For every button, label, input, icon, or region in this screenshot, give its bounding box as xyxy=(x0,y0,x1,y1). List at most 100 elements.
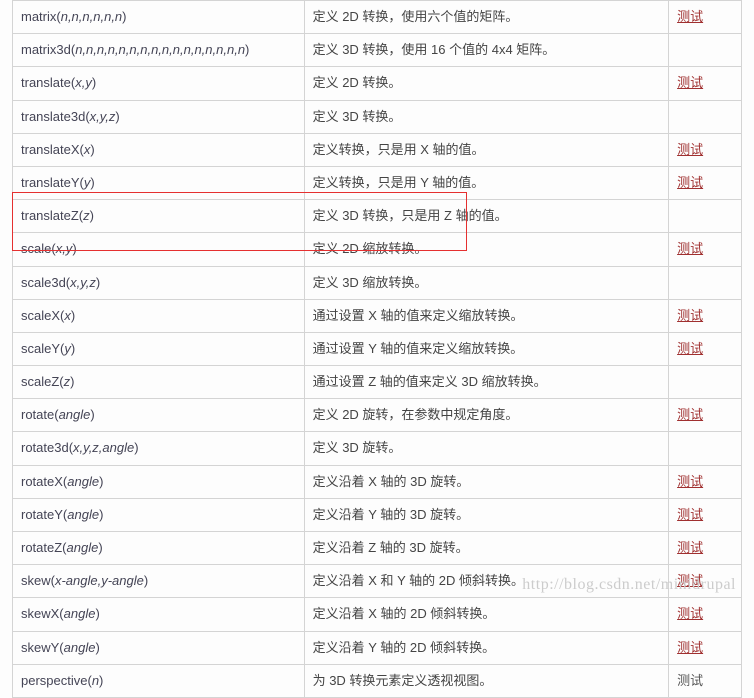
table-row: skewY(angle) 定义沿着 Y 轴的 2D 倾斜转换。测试 xyxy=(13,631,742,664)
function-cell: scale(x,y) xyxy=(13,233,305,266)
description-cell: 定义 3D 转换。 xyxy=(304,100,669,133)
table-row: translate(x,y) 定义 2D 转换。测试 xyxy=(13,67,742,100)
table-row: matrix3d(n,n,n,n,n,n,n,n,n,n,n,n,n,n,n,n… xyxy=(13,34,742,67)
function-name: translateY(y) xyxy=(21,175,95,190)
try-link[interactable]: 测试 xyxy=(677,540,703,555)
try-cell: 测试 xyxy=(669,664,742,697)
table-row: translate3d(x,y,z) 定义 3D 转换。 xyxy=(13,100,742,133)
table-row: perspective(n)为 3D 转换元素定义透视视图。测试 xyxy=(13,664,742,697)
table-row: rotateX(angle) 定义沿着 X 轴的 3D 旋转。测试 xyxy=(13,465,742,498)
function-name: scaleX(x) xyxy=(21,308,75,323)
try-cell: 测试 xyxy=(669,631,742,664)
description-cell: 定义 2D 旋转，在参数中规定角度。 xyxy=(304,399,669,432)
try-link[interactable]: 测试 xyxy=(677,241,703,256)
try-cell: 测试 xyxy=(669,1,742,34)
try-cell: 测试 xyxy=(669,233,742,266)
try-link[interactable]: 测试 xyxy=(677,507,703,522)
try-cell: 测试 xyxy=(669,166,742,199)
function-cell: translateY(y) xyxy=(13,166,305,199)
function-cell: scale3d(x,y,z) xyxy=(13,266,305,299)
try-text: 测试 xyxy=(677,673,703,688)
table-row: translateY(y) 定义转换，只是用 Y 轴的值。测试 xyxy=(13,166,742,199)
table-row: rotateY(angle)定义沿着 Y 轴的 3D 旋转。测试 xyxy=(13,498,742,531)
function-cell: translateZ(z) xyxy=(13,200,305,233)
function-cell: rotateY(angle) xyxy=(13,498,305,531)
try-link[interactable]: 测试 xyxy=(677,474,703,489)
function-name: skewY(angle) xyxy=(21,640,100,655)
description-cell: 定义 2D 缩放转换。 xyxy=(304,233,669,266)
description-cell: 通过设置 Y 轴的值来定义缩放转换。 xyxy=(304,332,669,365)
try-link[interactable]: 测试 xyxy=(677,175,703,190)
try-link[interactable]: 测试 xyxy=(677,9,703,24)
try-link[interactable]: 测试 xyxy=(677,341,703,356)
function-cell: scaleY(y) xyxy=(13,332,305,365)
table-row: matrix(n,n,n,n,n,n) 定义 2D 转换，使用六个值的矩阵。测试 xyxy=(13,1,742,34)
description-cell: 定义 2D 转换。 xyxy=(304,67,669,100)
function-cell: translate3d(x,y,z) xyxy=(13,100,305,133)
table-row: rotateZ(angle)定义沿着 Z 轴的 3D 旋转。测试 xyxy=(13,532,742,565)
function-cell: skewY(angle) xyxy=(13,631,305,664)
try-link[interactable]: 测试 xyxy=(677,142,703,157)
try-cell: 测试 xyxy=(669,67,742,100)
description-cell: 定义 3D 转换，使用 16 个值的 4x4 矩阵。 xyxy=(304,34,669,67)
description-cell: 定义沿着 Z 轴的 3D 旋转。 xyxy=(304,532,669,565)
function-name: matrix(n,n,n,n,n,n) xyxy=(21,9,127,24)
function-cell: skew(x-angle,y-angle) xyxy=(13,565,305,598)
function-name: scaleZ(z) xyxy=(21,374,74,389)
description-cell: 定义 3D 转换，只是用 Z 轴的值。 xyxy=(304,200,669,233)
table-row: skew(x-angle,y-angle)定义沿着 X 和 Y 轴的 2D 倾斜… xyxy=(13,565,742,598)
description-cell: 定义沿着 X 轴的 2D 倾斜转换。 xyxy=(304,598,669,631)
description-cell: 定义转换，只是用 X 轴的值。 xyxy=(304,133,669,166)
description-cell: 定义转换，只是用 Y 轴的值。 xyxy=(304,166,669,199)
try-cell: 测试 xyxy=(669,332,742,365)
try-cell: 测试 xyxy=(669,498,742,531)
try-cell xyxy=(669,366,742,399)
try-cell: 测试 xyxy=(669,532,742,565)
description-cell: 通过设置 Z 轴的值来定义 3D 缩放转换。 xyxy=(304,366,669,399)
try-link[interactable]: 测试 xyxy=(677,308,703,323)
try-cell xyxy=(669,34,742,67)
table-row: scale3d(x,y,z) 定义 3D 缩放转换。 xyxy=(13,266,742,299)
table-row: rotate3d(x,y,z,angle) 定义 3D 旋转。 xyxy=(13,432,742,465)
try-cell: 测试 xyxy=(669,598,742,631)
description-cell: 定义沿着 X 轴的 3D 旋转。 xyxy=(304,465,669,498)
table-row: translateX(x) 定义转换，只是用 X 轴的值。测试 xyxy=(13,133,742,166)
table-row: scale(x,y)定义 2D 缩放转换。测试 xyxy=(13,233,742,266)
function-name: rotateX(angle) xyxy=(21,474,103,489)
description-cell: 通过设置 X 轴的值来定义缩放转换。 xyxy=(304,299,669,332)
function-cell: matrix(n,n,n,n,n,n) xyxy=(13,1,305,34)
function-name: skewX(angle) xyxy=(21,606,100,621)
try-link[interactable]: 测试 xyxy=(677,75,703,90)
description-cell: 定义沿着 Y 轴的 2D 倾斜转换。 xyxy=(304,631,669,664)
try-cell xyxy=(669,432,742,465)
function-name: rotate3d(x,y,z,angle) xyxy=(21,440,139,455)
function-name: scaleY(y) xyxy=(21,341,75,356)
function-cell: rotateX(angle) xyxy=(13,465,305,498)
try-link[interactable]: 测试 xyxy=(677,640,703,655)
try-cell: 测试 xyxy=(669,565,742,598)
function-cell: scaleX(x) xyxy=(13,299,305,332)
table-row: scaleY(y) 通过设置 Y 轴的值来定义缩放转换。测试 xyxy=(13,332,742,365)
function-name: translate3d(x,y,z) xyxy=(21,109,120,124)
try-cell xyxy=(669,266,742,299)
description-cell: 定义 3D 缩放转换。 xyxy=(304,266,669,299)
description-cell: 定义 3D 旋转。 xyxy=(304,432,669,465)
description-cell: 定义 2D 转换，使用六个值的矩阵。 xyxy=(304,1,669,34)
function-cell: translateX(x) xyxy=(13,133,305,166)
function-cell: translate(x,y) xyxy=(13,67,305,100)
function-name: scale3d(x,y,z) xyxy=(21,275,100,290)
try-cell: 测试 xyxy=(669,299,742,332)
function-cell: rotate3d(x,y,z,angle) xyxy=(13,432,305,465)
try-cell xyxy=(669,200,742,233)
try-link[interactable]: 测试 xyxy=(677,407,703,422)
function-name: perspective(n) xyxy=(21,673,103,688)
table-row: scaleX(x) 通过设置 X 轴的值来定义缩放转换。测试 xyxy=(13,299,742,332)
table-row: translateZ(z) 定义 3D 转换，只是用 Z 轴的值。 xyxy=(13,200,742,233)
function-cell: rotateZ(angle) xyxy=(13,532,305,565)
try-link[interactable]: 测试 xyxy=(677,573,703,588)
function-name: translateZ(z) xyxy=(21,208,94,223)
table-row: scaleZ(z) 通过设置 Z 轴的值来定义 3D 缩放转换。 xyxy=(13,366,742,399)
function-name: translateX(x) xyxy=(21,142,95,157)
function-name: translate(x,y) xyxy=(21,75,96,90)
try-link[interactable]: 测试 xyxy=(677,606,703,621)
